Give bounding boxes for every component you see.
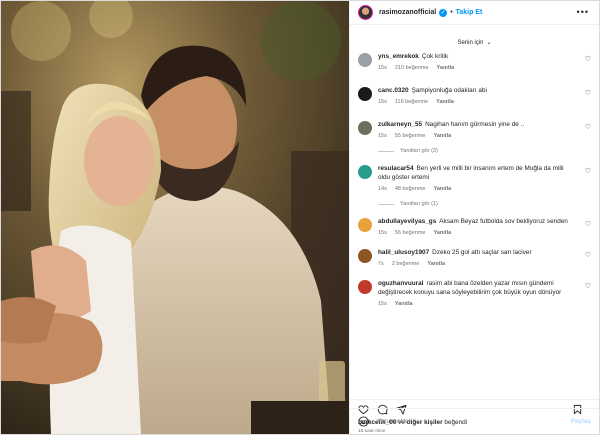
- commenter-username[interactable]: resulacar54: [378, 165, 414, 172]
- comment-text: Dzeko 25 gol attı saçlar sarı laciver: [432, 249, 532, 256]
- view-replies-button[interactable]: Yanıtları gör (3): [378, 148, 591, 154]
- comment-likes[interactable]: 55 beğenme: [395, 133, 426, 139]
- commenter-avatar[interactable]: [358, 249, 372, 263]
- commenter-avatar[interactable]: [358, 53, 372, 67]
- post-header: rasimozanofficial ✓ • Takip Et •••: [350, 1, 599, 25]
- add-comment-bar: Paylaş: [350, 408, 599, 434]
- commenter-username[interactable]: yns_emrekok: [378, 53, 419, 60]
- comment-item: halil_ulusoy1907 Dzeko 25 gol attı saçlar…: [358, 248, 591, 267]
- comment-time[interactable]: 14s: [378, 186, 387, 192]
- author-username[interactable]: rasimozanofficial: [379, 9, 436, 16]
- verified-badge-icon: ✓: [439, 8, 448, 17]
- post-comment-button[interactable]: Paylaş: [571, 418, 591, 425]
- comment-likes[interactable]: 2 beğenme: [392, 261, 420, 267]
- instagram-post-modal: rasimozanofficial ✓ • Takip Et ••• Senin…: [0, 0, 600, 435]
- comment-input[interactable]: [377, 418, 571, 425]
- heart-icon[interactable]: ♡: [585, 282, 591, 290]
- reply-button[interactable]: Yanıtla: [436, 99, 454, 105]
- comment-item: resulacar54 Ben yerli ve milli bir insanı…: [358, 164, 591, 192]
- emoji-icon[interactable]: [358, 416, 369, 427]
- commenter-username[interactable]: oguzhanvuural: [378, 280, 423, 287]
- chevron-down-icon: ⌄: [486, 40, 492, 46]
- reply-button[interactable]: Yanıtla: [433, 186, 451, 192]
- heart-icon[interactable]: ♡: [585, 251, 591, 259]
- comment-time[interactable]: 7s: [378, 261, 384, 267]
- reply-button[interactable]: Yanıtla: [433, 133, 451, 139]
- commenter-avatar[interactable]: [358, 121, 372, 135]
- commenter-username[interactable]: halil_ulusoy1907: [378, 249, 429, 256]
- heart-icon[interactable]: ♡: [585, 167, 591, 175]
- comment-text: Çok kritik: [421, 53, 449, 60]
- view-replies-button[interactable]: Yanıtları gör (1): [378, 201, 591, 207]
- comment-likes[interactable]: 48 beğenme: [395, 186, 426, 192]
- comment-item: zulkarneyn_55 Nagihan hanım görmesin yine…: [358, 120, 591, 139]
- comment-time[interactable]: 15s: [378, 65, 387, 71]
- comment-sort-dropdown[interactable]: Senin için ⌄: [358, 39, 591, 47]
- heart-icon[interactable]: ♡: [585, 55, 591, 63]
- view-replies-label: Yanıtları gör (1): [400, 201, 438, 207]
- comment-item: abdullayevilyas_gs Aksam Beyaz futbolda s…: [358, 217, 591, 236]
- comment-time[interactable]: 15s: [378, 133, 387, 139]
- post-sidebar: rasimozanofficial ✓ • Takip Et ••• Senin…: [349, 1, 599, 434]
- commenter-avatar[interactable]: [358, 280, 372, 294]
- commenter-username[interactable]: abdullayevilyas_gs: [378, 218, 436, 225]
- commenter-avatar[interactable]: [358, 87, 372, 101]
- comment-likes[interactable]: 116 beğenme: [395, 99, 428, 105]
- comment-time[interactable]: 15s: [378, 301, 387, 307]
- follow-button[interactable]: Takip Et: [456, 9, 483, 16]
- heart-icon[interactable]: ♡: [585, 89, 591, 97]
- reply-button[interactable]: Yanıtla: [433, 230, 451, 236]
- post-photo-image: [1, 1, 349, 434]
- header-separator: •: [450, 9, 453, 16]
- view-replies-label: Yanıtları gör (3): [400, 148, 438, 154]
- commenter-avatar[interactable]: [358, 218, 372, 232]
- comment-sort-label: Senin için: [457, 39, 484, 46]
- comment-time[interactable]: 15s: [378, 99, 387, 105]
- reply-button[interactable]: Yanıtla: [437, 65, 455, 71]
- more-options-icon[interactable]: •••: [577, 7, 589, 17]
- comment-item: yns_emrekok Çok kritik 15s 210 beğenme Yanı…: [358, 52, 591, 71]
- commenter-username[interactable]: zulkarneyn_55: [378, 121, 422, 128]
- commenter-username[interactable]: canc.0320: [378, 87, 409, 94]
- comment-likes[interactable]: 56 beğenme: [395, 230, 426, 236]
- reply-button[interactable]: Yanıtla: [427, 261, 445, 267]
- reply-button[interactable]: Yanıtla: [395, 301, 413, 307]
- comment-item: canc.0320 Şampiyonluğa odakları abi 15s 11…: [358, 86, 591, 105]
- heart-icon[interactable]: ♡: [585, 220, 591, 228]
- comment-text: Nagihan hanım görmesin yine de ..: [425, 121, 525, 128]
- comment-item: oguzhanvuural rasim abi bana özelden yaza…: [358, 279, 591, 307]
- author-avatar[interactable]: [358, 5, 373, 20]
- comment-text: Şampiyonluğa odakları abi: [411, 87, 487, 94]
- comment-time[interactable]: 15s: [378, 230, 387, 236]
- commenter-avatar[interactable]: [358, 165, 372, 179]
- comments-list[interactable]: Senin için ⌄ yns_emrekok Çok kritik 15s 21…: [350, 25, 599, 399]
- comment-likes[interactable]: 210 beğenme: [395, 65, 429, 71]
- heart-icon[interactable]: ♡: [585, 123, 591, 131]
- post-photo[interactable]: [1, 1, 349, 434]
- comment-text: Aksam Beyaz futbolda sov bekliyoruz send…: [439, 218, 568, 225]
